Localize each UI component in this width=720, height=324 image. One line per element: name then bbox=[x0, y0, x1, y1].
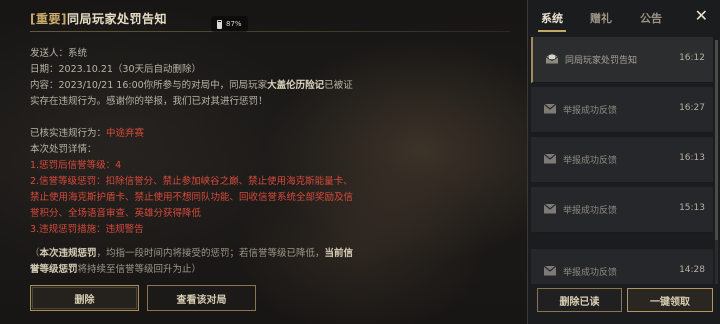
mail-item-time: 16:27 bbox=[679, 103, 705, 113]
mail-sidebar: 系统 赠礼 公告 ✕ 同局玩家处罚告知 16:12 举报成功反馈 16:27 举… bbox=[527, 0, 720, 324]
penalty-item-1: 1.惩罚后信誉等级：4 bbox=[30, 160, 122, 171]
penalty-note: （本次违规惩罚，均指一段时间内将接受的惩罚；若信誉等级已降低，当前信誉等级惩罚将… bbox=[30, 246, 355, 278]
penalty-item-2: 2.信誉等级惩罚：扣除信誉分、禁止参加峡谷之巅、禁止使用海克斯能量卡、禁止使用海… bbox=[30, 176, 354, 219]
sender-line: 发送人：系统 bbox=[30, 46, 355, 62]
mail-item-title: 举报成功反馈 bbox=[563, 268, 618, 278]
mail-item-time: 16:12 bbox=[679, 53, 705, 63]
player-name: 大盖伦历险记 bbox=[267, 80, 325, 91]
mail-icon bbox=[543, 153, 557, 164]
mail-item-title: 同局玩家处罚告知 bbox=[565, 56, 638, 66]
mail-item-time: 14:28 bbox=[679, 265, 705, 275]
mail-item-title: 举报成功反馈 bbox=[563, 156, 618, 166]
battery-level: 87% bbox=[226, 20, 242, 28]
note-mid: ，均指一段时间内将接受的惩罚；若信誉等级已降低， bbox=[96, 248, 325, 259]
mail-item-title: 举报成功反馈 bbox=[563, 206, 618, 216]
content-pre: 2023/10/21 16:00你所参与的对局中，同局玩家 bbox=[58, 80, 268, 91]
note-bold-1: 本次违规惩罚 bbox=[39, 248, 97, 259]
mail-body: 发送人：系统 日期：2023.10.21（30天后自动删除） 内容：2023/1… bbox=[30, 46, 355, 278]
tab-announcements[interactable]: 公告 bbox=[640, 10, 662, 26]
mail-item-time: 16:13 bbox=[679, 153, 705, 163]
mail-list-scrollbar[interactable] bbox=[715, 40, 718, 284]
mail-list-item[interactable]: 举报成功反馈 16:13 bbox=[531, 137, 713, 183]
delete-read-button[interactable]: 删除已读 bbox=[537, 288, 622, 312]
date-value: 2023.10.21 bbox=[58, 64, 113, 75]
mail-list-item[interactable]: 举报成功反馈 15:13 bbox=[531, 187, 713, 233]
date-note: （30天后自动删除） bbox=[112, 64, 202, 75]
mail-title: [重要]同局玩家处罚告知 bbox=[30, 10, 167, 27]
violation-line: 已核实违规行为：中途弃赛 bbox=[30, 126, 355, 142]
mail-item-time: 15:13 bbox=[679, 203, 705, 213]
close-icon[interactable]: ✕ bbox=[695, 8, 708, 24]
mail-icon bbox=[543, 265, 557, 276]
mail-list-item[interactable]: 同局玩家处罚告知 16:12 bbox=[531, 37, 713, 83]
violation-value: 中途弃赛 bbox=[106, 128, 145, 139]
content-line: 内容：2023/10/21 16:00你所参与的对局中，同局玩家大盖伦历险记已被… bbox=[30, 78, 355, 110]
mail-icon bbox=[543, 203, 557, 214]
sender-value: 系统 bbox=[68, 48, 88, 59]
mail-read-icon bbox=[545, 53, 559, 64]
delete-button[interactable]: 删除 bbox=[30, 285, 139, 311]
mail-title-text: 同局玩家处罚告知 bbox=[66, 12, 167, 26]
violation-label: 已核实违规行为： bbox=[30, 128, 107, 139]
note-open: （ bbox=[30, 248, 40, 259]
sender-label: 发送人： bbox=[30, 48, 69, 59]
mail-tabs: 系统 赠礼 公告 bbox=[528, 0, 720, 34]
tab-gifts[interactable]: 赠礼 bbox=[590, 10, 612, 26]
mail-list-item[interactable]: 举报成功反馈 16:27 bbox=[531, 87, 713, 133]
claim-all-button[interactable]: 一键领取 bbox=[627, 288, 713, 312]
title-divider bbox=[30, 31, 510, 32]
date-label: 日期： bbox=[30, 64, 59, 75]
mail-icon bbox=[543, 103, 557, 114]
note-end: 将持续至信誉等级回升为止） bbox=[77, 264, 202, 275]
delete-read-label: 删除已读 bbox=[559, 296, 600, 308]
mail-list: 同局玩家处罚告知 16:12 举报成功反馈 16:27 举报成功反馈 16:13 bbox=[528, 37, 713, 284]
view-match-button[interactable]: 查看该对局 bbox=[147, 285, 256, 311]
battery-icon bbox=[217, 19, 222, 29]
penalty-details-label: 本次处罚详情： bbox=[30, 144, 97, 155]
battery-indicator: 87% bbox=[211, 16, 248, 32]
scrollbar-thumb[interactable] bbox=[715, 40, 718, 240]
mail-list-item[interactable]: 举报成功反馈 14:28 bbox=[531, 249, 713, 284]
mail-detail-panel: [重要]同局玩家处罚告知 87% 发送人：系统 日期：2023.10.21（30… bbox=[0, 0, 527, 324]
view-match-button-label: 查看该对局 bbox=[176, 294, 227, 306]
tab-system[interactable]: 系统 bbox=[541, 10, 563, 26]
content-label: 内容： bbox=[30, 80, 59, 91]
important-tag: [重要] bbox=[30, 12, 67, 26]
delete-button-label: 删除 bbox=[74, 294, 95, 306]
claim-all-label: 一键领取 bbox=[650, 296, 690, 308]
mail-item-title: 举报成功反馈 bbox=[563, 106, 618, 116]
penalty-item-3: 3.违规惩罚措施：违规警告 bbox=[30, 224, 144, 235]
active-tab-underline bbox=[538, 30, 566, 32]
date-line: 日期：2023.10.21（30天后自动删除） bbox=[30, 62, 355, 78]
